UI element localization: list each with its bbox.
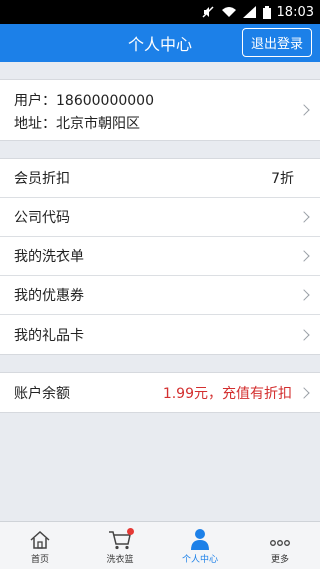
wifi-icon xyxy=(221,6,237,18)
tab-label: 个人中心 xyxy=(181,555,218,565)
balance-label: 账户余额 xyxy=(14,385,70,402)
menu-item-label: 公司代码 xyxy=(14,210,70,226)
chevron-right-icon xyxy=(298,386,310,399)
chevron-right-icon xyxy=(298,104,310,116)
chevron-right-icon xyxy=(298,289,310,301)
tab-profile[interactable]: 个人中心 xyxy=(160,522,240,569)
menu-list: 会员折扣 7折 公司代码 我的洗衣单 我的优惠券 我的礼品卡 xyxy=(0,158,320,355)
signal-icon xyxy=(242,6,257,18)
battery-icon xyxy=(262,5,271,19)
user-info-card[interactable]: 用户：18600000000 地址：北京市朝阳区 xyxy=(0,79,320,141)
balance-value: 1.99元，充值有折扣 xyxy=(162,385,292,402)
tab-basket[interactable]: 洗衣篮 xyxy=(80,522,160,569)
menu-item-label: 我的洗衣单 xyxy=(14,249,84,265)
menu-item-label: 我的优惠券 xyxy=(14,288,84,304)
person-icon xyxy=(190,528,210,552)
bottom-tab-bar: 首页 洗衣篮 个人中心 更多 xyxy=(0,521,320,569)
tab-label: 首页 xyxy=(30,555,49,565)
menu-item-laundry-orders[interactable]: 我的洗衣单 xyxy=(0,237,320,276)
user-phone: 用户：18600000000 xyxy=(14,93,154,109)
menu-item-label: 我的礼品卡 xyxy=(14,327,84,344)
menu-item-gift-cards[interactable]: 我的礼品卡 xyxy=(0,315,320,354)
menu-item-member-discount: 会员折扣 7折 xyxy=(0,159,320,198)
more-icon xyxy=(269,536,291,552)
tab-more[interactable]: 更多 xyxy=(240,522,320,569)
home-icon xyxy=(29,530,51,552)
menu-item-label: 会员折扣 xyxy=(14,171,70,187)
header-bar: 个人中心 退出登录 xyxy=(0,24,320,62)
status-bar: 18:03 xyxy=(0,0,320,24)
menu-item-coupons[interactable]: 我的优惠券 xyxy=(0,276,320,315)
balance-section: 账户余额 1.99元，充值有折扣 xyxy=(0,372,320,413)
chevron-right-icon xyxy=(298,250,310,262)
notification-badge xyxy=(127,528,134,535)
tab-home[interactable]: 首页 xyxy=(0,522,80,569)
status-time: 18:03 xyxy=(276,4,314,20)
chevron-right-icon xyxy=(298,328,310,341)
mute-icon xyxy=(201,5,215,19)
chevron-right-icon xyxy=(298,211,310,223)
user-address: 地址：北京市朝阳区 xyxy=(14,116,140,132)
tab-label: 更多 xyxy=(270,555,289,565)
tab-label: 洗衣篮 xyxy=(106,555,134,565)
menu-item-company-code[interactable]: 公司代码 xyxy=(0,198,320,237)
menu-item-account-balance[interactable]: 账户余额 1.99元，充值有折扣 xyxy=(0,373,320,412)
member-discount-value: 7折 xyxy=(271,171,294,187)
logout-button[interactable]: 退出登录 xyxy=(241,28,312,57)
page-title: 个人中心 xyxy=(127,35,192,54)
